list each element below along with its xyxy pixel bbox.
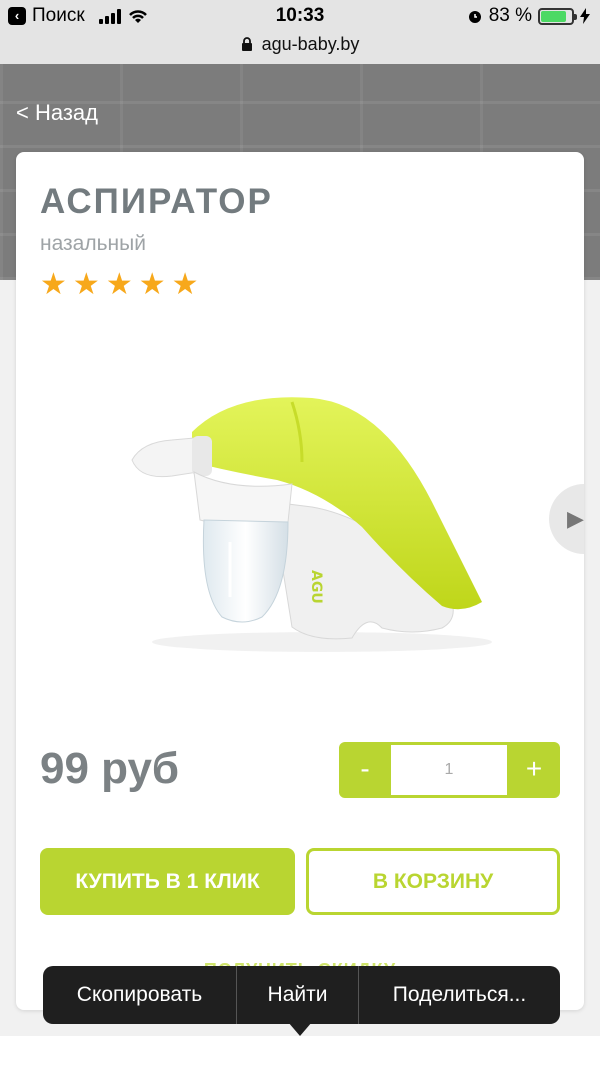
quantity-stepper: - + <box>339 742 560 798</box>
menu-item-find[interactable]: Найти <box>237 966 359 1024</box>
quantity-input[interactable] <box>391 745 507 795</box>
battery-percent: 83 % <box>488 5 532 26</box>
battery-icon <box>538 7 577 25</box>
play-right-icon: ▶ <box>567 506 584 531</box>
brand-logo: AGU <box>308 570 324 604</box>
lock-icon <box>241 37 252 51</box>
product-title: АСПИРАТОР <box>40 182 273 221</box>
menu-item-share[interactable]: Поделиться... <box>359 966 560 1024</box>
quantity-decrease-button[interactable]: - <box>339 742 391 798</box>
status-bar: ‹ Поиск 10:33 83 % <box>0 0 600 34</box>
url-bar[interactable]: agu-baby.by <box>0 34 600 64</box>
product-card: АСПИРАТОР назальный ★ ★ ★ ★ ★ AGU ▶ 99 р… <box>16 152 584 1010</box>
product-subtitle: назальный <box>40 232 146 255</box>
rating-stars: ★ ★ ★ ★ ★ <box>40 270 199 300</box>
star-icon: ★ <box>40 268 67 301</box>
product-image[interactable]: AGU <box>112 392 492 662</box>
star-icon: ★ <box>105 268 133 301</box>
charging-icon <box>580 8 590 24</box>
product-price: 99 руб <box>40 744 180 793</box>
add-to-cart-button[interactable]: В КОРЗИНУ <box>306 848 560 915</box>
star-icon: ★ <box>171 268 199 301</box>
buy-one-click-button[interactable]: КУПИТЬ В 1 КЛИК <box>40 848 295 915</box>
star-icon: ★ <box>138 268 166 301</box>
context-menu-pointer <box>288 1022 312 1036</box>
next-image-button[interactable]: ▶ <box>549 484 584 554</box>
alarm-icon <box>468 11 481 23</box>
back-link[interactable]: < Назад <box>16 100 98 126</box>
quantity-increase-button[interactable]: + <box>508 742 560 798</box>
status-right: 83 % <box>467 5 590 27</box>
url-domain: agu-baby.by <box>261 34 360 54</box>
star-icon: ★ <box>72 268 100 301</box>
page-bottom <box>0 1036 600 1066</box>
menu-item-copy[interactable]: Скопировать <box>43 966 237 1024</box>
text-context-menu: Скопировать Найти Поделиться... <box>43 966 560 1024</box>
